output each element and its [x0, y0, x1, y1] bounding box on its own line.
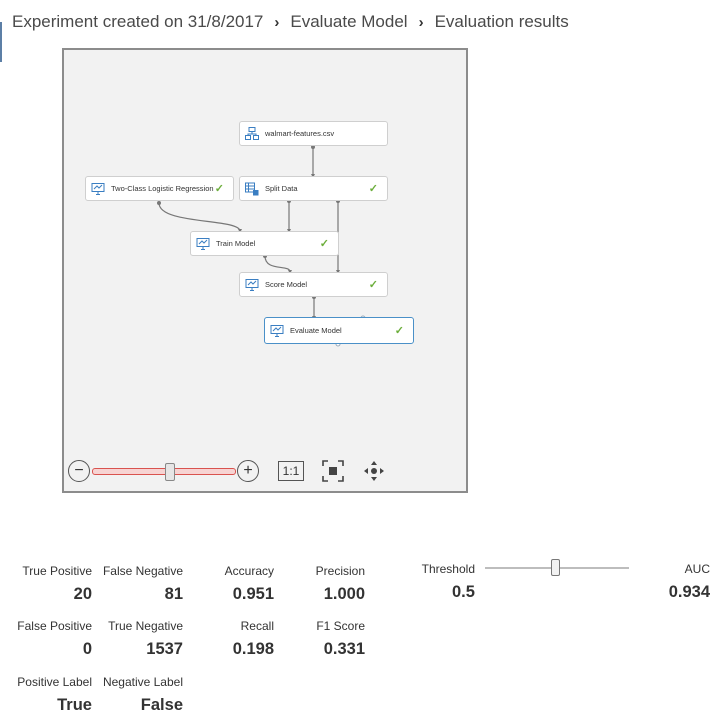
metric-accuracy: Accuracy 0.951	[214, 564, 274, 604]
module-icon	[91, 182, 105, 196]
node-walmart-features[interactable]: walmart-features.csv	[239, 121, 388, 146]
metric-value: 1.000	[323, 585, 365, 603]
wire-train-to-score	[264, 255, 291, 273]
connection-wires	[157, 145, 366, 347]
metric-label: Negative Label	[102, 675, 183, 689]
metric-label: False Positive	[17, 619, 92, 633]
status-check-icon: ✓	[368, 183, 378, 195]
node-train-model[interactable]: Train Model ✓	[190, 231, 339, 256]
chevron-right-icon: ›	[418, 13, 424, 31]
node-label: Train Model	[216, 239, 256, 248]
left-edge-marker	[0, 22, 2, 62]
node-label: Split Data	[265, 184, 298, 193]
dataset-icon	[245, 126, 259, 141]
metric-label: Recall	[240, 619, 274, 633]
metric-recall: Recall 0.198	[214, 619, 274, 659]
pan-icon	[364, 461, 384, 481]
metric-value: False	[140, 696, 183, 714]
chevron-right-icon: ›	[274, 13, 280, 31]
metric-value: 81	[164, 585, 183, 603]
zoom-toolbar: − + 1:1	[64, 460, 466, 486]
fit-to-screen-button[interactable]	[322, 460, 344, 482]
zoom-in-button[interactable]: +	[237, 460, 259, 482]
metric-auc: AUC 0.934	[650, 562, 710, 602]
fit-to-screen-icon	[322, 460, 344, 482]
threshold-slider-thumb[interactable]	[551, 559, 560, 576]
metric-label: False Negative	[102, 564, 183, 578]
module-icon	[196, 237, 210, 251]
breadcrumb-evaluate-model[interactable]: Evaluate Model	[290, 12, 407, 32]
metric-value: True	[57, 696, 92, 714]
metric-positive-label: Positive Label True	[14, 675, 92, 715]
metric-label: F1 Score	[316, 619, 365, 633]
metric-value: 20	[73, 585, 92, 603]
threshold-slider[interactable]	[485, 559, 629, 576]
metric-false-negative: False Negative 81	[100, 564, 183, 604]
metric-label: AUC	[684, 562, 710, 576]
metric-label: Precision	[315, 564, 365, 578]
actual-size-button[interactable]: 1:1	[278, 461, 304, 481]
zoom-out-button[interactable]: −	[68, 460, 90, 482]
metric-value: 0.198	[232, 640, 274, 658]
metric-value: 0.331	[323, 640, 365, 658]
metric-value: 0.934	[668, 583, 710, 601]
breadcrumb: Experiment created on 31/8/2017 › Evalua…	[12, 9, 569, 35]
status-check-icon: ✓	[214, 183, 224, 195]
metric-value: 0	[82, 640, 92, 658]
zoom-slider[interactable]	[92, 463, 236, 481]
wire-logreg-to-train	[158, 202, 241, 232]
node-evaluate-model[interactable]: Evaluate Model ✓	[264, 317, 414, 344]
metric-false-positive: False Positive 0	[14, 619, 92, 659]
module-icon	[245, 278, 259, 292]
node-split-data[interactable]: Split Data ✓	[239, 176, 388, 201]
evaluation-metrics: True Positive 20 False Negative 81 Accur…	[0, 556, 719, 718]
zoom-slider-thumb[interactable]	[165, 463, 175, 481]
experiment-canvas[interactable]: walmart-features.csv Two-Class Logistic …	[62, 48, 468, 493]
metric-label: True Negative	[108, 619, 183, 633]
metric-precision: Precision 1.000	[304, 564, 365, 604]
breadcrumb-evaluation-results: Evaluation results	[434, 12, 569, 31]
output-port[interactable]	[157, 201, 161, 205]
metric-true-negative: True Negative 1537	[100, 619, 183, 659]
module-icon	[270, 324, 284, 338]
metric-label: True Positive	[22, 564, 92, 578]
metric-label: Threshold	[421, 562, 475, 576]
status-check-icon: ✓	[394, 325, 404, 337]
node-label: Evaluate Model	[290, 326, 342, 335]
node-label: Score Model	[265, 280, 308, 289]
metric-threshold: Threshold 0.5	[412, 562, 475, 602]
node-label: Two-Class Logistic Regression	[111, 184, 214, 193]
node-two-class-logistic-regression[interactable]: Two-Class Logistic Regression ✓	[85, 176, 234, 201]
metric-value: 0.5	[452, 583, 475, 601]
node-label: walmart-features.csv	[265, 129, 335, 138]
node-score-model[interactable]: Score Model ✓	[239, 272, 388, 297]
pan-button[interactable]	[363, 460, 385, 482]
metric-value: 1537	[146, 640, 183, 658]
metric-value: 0.951	[232, 585, 274, 603]
metric-label: Positive Label	[17, 675, 92, 689]
metric-label: Accuracy	[224, 564, 274, 578]
metric-f1-score: F1 Score 0.331	[304, 619, 365, 659]
split-data-icon	[245, 182, 259, 196]
metric-negative-label: Negative Label False	[100, 675, 183, 715]
breadcrumb-experiment[interactable]: Experiment created on 31/8/2017	[12, 12, 263, 32]
status-check-icon: ✓	[319, 238, 329, 250]
status-check-icon: ✓	[368, 279, 378, 291]
metric-true-positive: True Positive 20	[18, 564, 92, 604]
